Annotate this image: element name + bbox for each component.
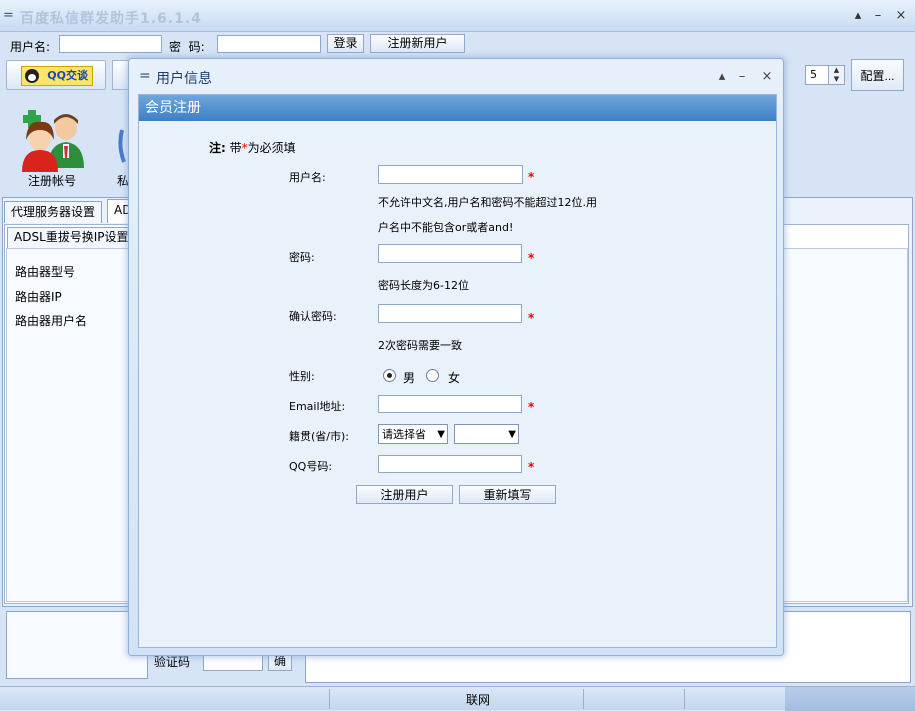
qq-number-input[interactable] <box>378 455 522 473</box>
register-user-button[interactable]: 注册用户 <box>356 485 453 504</box>
reg-password-label: 密码: <box>289 251 315 264</box>
gender-male-label: 男 <box>403 371 416 385</box>
reg-username-input[interactable] <box>378 165 523 184</box>
minimize-icon[interactable]: – <box>870 8 886 24</box>
register-account-label: 注册帐号 <box>28 174 77 188</box>
router-model-label: 路由器型号 <box>15 265 76 279</box>
required-mark: * <box>528 251 535 265</box>
email-label: Email地址: <box>289 400 346 413</box>
spinner-arrows-icon[interactable]: ▲ ▼ <box>828 66 844 84</box>
user-info-dialog: = 用户信息 ▴ – × 会员注册 注: 带*为必须填 用户名: * 不允许中文… <box>128 58 784 656</box>
qq-penguin-icon <box>25 69 39 83</box>
login-button[interactable]: 登录 <box>327 34 364 53</box>
register-new-user-button[interactable]: 注册新用户 <box>370 34 465 53</box>
gender-male-radio[interactable] <box>383 369 396 382</box>
tab-proxy-settings[interactable]: 代理服务器设置 <box>4 201 103 223</box>
register-account-icon[interactable] <box>20 108 84 172</box>
required-note: 注: 带*为必须填 <box>209 139 296 156</box>
dialog-close-icon[interactable]: × <box>759 70 775 84</box>
reset-form-button[interactable]: 重新填写 <box>459 485 556 504</box>
member-register-header: 会员注册 <box>139 95 776 121</box>
reg-password-input[interactable] <box>378 244 522 263</box>
chevron-down-icon: ▼ <box>437 429 445 440</box>
required-mark: * <box>528 400 535 414</box>
gender-label: 性别: <box>289 370 315 383</box>
app-title: 百度私信群发助手1.6.1.4 <box>20 11 202 27</box>
main-title-bar: = 百度私信群发助手1.6.1.4 ▴ – × <box>0 0 915 32</box>
dialog-restore-icon[interactable]: ▴ <box>714 70 730 84</box>
password-input[interactable] <box>217 35 321 53</box>
status-progress-area <box>785 687 915 711</box>
username-hint-line2: 户名中不能包含or或者and! <box>378 221 514 234</box>
city-select[interactable]: ▼ <box>454 424 519 444</box>
router-ip-label: 路由器IP <box>15 290 62 304</box>
required-mark: * <box>528 170 535 184</box>
dialog-minimize-icon[interactable]: – <box>734 70 750 84</box>
username-label: 用户名: <box>10 40 51 54</box>
password-hint: 密码长度为6-12位 <box>378 279 469 292</box>
username-input[interactable] <box>59 35 162 53</box>
router-username-label: 路由器用户名 <box>15 314 88 328</box>
status-divider <box>684 689 685 709</box>
status-divider <box>583 689 584 709</box>
dialog-menu-icon[interactable]: = <box>139 68 151 84</box>
reg-username-label: 用户名: <box>289 171 326 184</box>
required-mark: * <box>528 460 535 474</box>
dialog-title: 用户信息 <box>156 71 212 87</box>
origin-label: 籍贯(省/市): <box>289 430 349 443</box>
confirm-password-input[interactable] <box>378 304 522 323</box>
username-hint-line1: 不允许中文名,用户名和密码不能超过12位.用 <box>378 196 597 209</box>
gender-female-radio[interactable] <box>426 369 439 382</box>
tab-adsl-redial[interactable]: ADSL重拔号换IP设置 <box>7 227 136 248</box>
spinner-value: 5 <box>810 68 817 81</box>
note-prefix: 注: <box>209 141 226 155</box>
status-divider <box>329 689 330 709</box>
restore-icon[interactable]: ▴ <box>850 8 866 24</box>
email-input[interactable] <box>378 395 522 413</box>
note-before: 带 <box>229 141 242 155</box>
close-icon[interactable]: × <box>893 8 909 24</box>
gender-female-label: 女 <box>448 371 461 385</box>
required-mark: * <box>528 311 535 325</box>
qq-chat-button[interactable]: QQ交谈 <box>6 60 106 90</box>
province-select[interactable]: 请选择省 ▼ <box>378 424 448 444</box>
confirm-password-hint: 2次密码需要一致 <box>378 339 462 352</box>
password-label: 密 码: <box>169 40 205 54</box>
config-button[interactable]: 配置... <box>851 59 904 91</box>
registration-form: 会员注册 注: 带*为必须填 用户名: * 不允许中文名,用户名和密码不能超过1… <box>138 94 777 648</box>
qq-number-label: QQ号码: <box>289 460 333 473</box>
log-panel <box>6 611 148 679</box>
note-after: 为必须填 <box>247 141 296 155</box>
confirm-password-label: 确认密码: <box>289 310 337 323</box>
status-bar: 联网 <box>0 686 915 711</box>
window-menu-icon[interactable]: = <box>3 8 14 23</box>
count-spinner[interactable]: 5 ▲ ▼ <box>805 65 845 85</box>
network-status: 联网 <box>466 693 491 707</box>
chevron-down-icon: ▼ <box>508 429 516 440</box>
qq-chat-label: QQ交谈 <box>47 69 88 82</box>
province-select-value: 请选择省 <box>382 428 426 441</box>
qq-chat-badge: QQ交谈 <box>21 66 93 86</box>
